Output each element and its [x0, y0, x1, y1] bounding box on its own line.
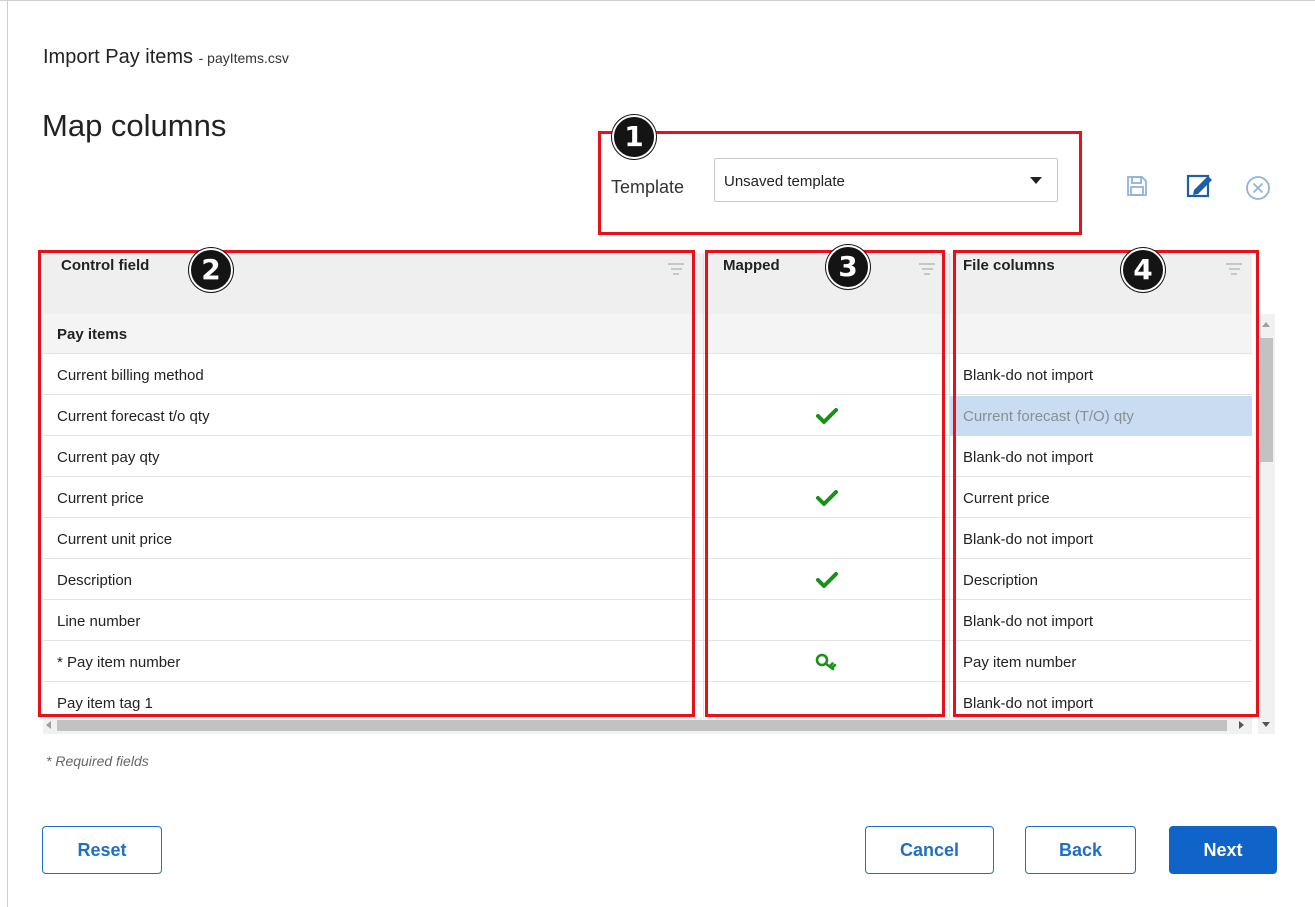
scroll-down-icon[interactable] — [1262, 722, 1270, 727]
annotation-badge: 1 — [612, 115, 656, 159]
dialog-heading: Import Pay items - payItems.csv — [43, 46, 289, 69]
scroll-left-icon[interactable] — [46, 721, 51, 729]
close-circle-icon[interactable] — [1244, 174, 1272, 202]
annotation-badge: 3 — [826, 245, 870, 289]
annotation-badge: 2 — [189, 248, 233, 292]
annotation-box-template — [598, 131, 1082, 235]
column-divider — [949, 253, 950, 717]
back-button[interactable]: Back — [1025, 826, 1136, 874]
save-icon[interactable] — [1125, 174, 1149, 198]
required-fields-note: * Required fields — [46, 753, 149, 769]
reset-button[interactable]: Reset — [42, 826, 162, 874]
horizontal-scroll-thumb[interactable] — [57, 720, 1227, 731]
annotation-box-control-field — [38, 250, 695, 717]
page-title: Map columns — [42, 108, 227, 143]
horizontal-scrollbar[interactable] — [43, 717, 1252, 734]
annotation-box-file-columns — [953, 250, 1259, 717]
heading-title: Import Pay items — [43, 46, 194, 68]
scroll-right-icon[interactable] — [1239, 721, 1244, 729]
scroll-up-icon[interactable] — [1262, 322, 1270, 327]
annotation-badge: 4 — [1121, 248, 1165, 292]
column-divider — [703, 253, 704, 717]
heading-file-name: - payItems.csv — [198, 50, 289, 66]
vertical-scrollbar[interactable] — [1258, 314, 1275, 734]
cancel-button[interactable]: Cancel — [865, 826, 994, 874]
page-frame-top — [0, 0, 1315, 1]
vertical-scroll-thumb[interactable] — [1260, 338, 1273, 462]
page-frame-left — [7, 0, 8, 907]
annotation-box-mapped — [705, 250, 945, 717]
edit-template-icon[interactable] — [1184, 170, 1216, 202]
next-button[interactable]: Next — [1169, 826, 1277, 874]
